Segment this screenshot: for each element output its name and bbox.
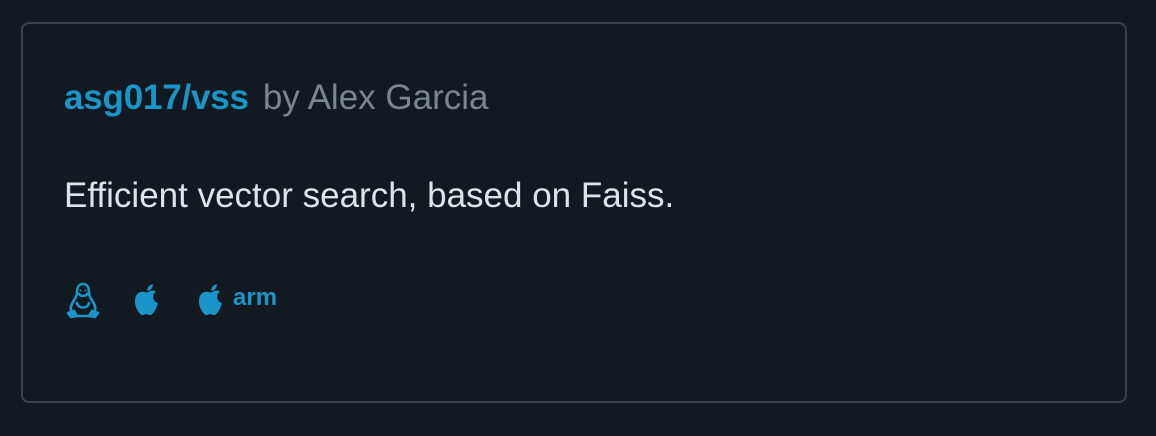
- package-author: by Alex Garcia: [262, 78, 489, 117]
- package-description: Efficient vector search, based on Faiss.: [64, 176, 675, 215]
- linux-icon: [64, 281, 102, 319]
- package-name-link[interactable]: asg017/vss: [64, 78, 249, 117]
- package-title-row: asg017/vss by Alex Garcia: [64, 78, 488, 118]
- platform-macos-arm: arm: [192, 281, 277, 319]
- platform-macos: [128, 281, 166, 319]
- package-card: asg017/vss by Alex Garcia Efficient vecto…: [21, 22, 1127, 403]
- platform-list: arm: [64, 279, 303, 321]
- apple-icon: [128, 281, 166, 319]
- arm-label: arm: [233, 284, 278, 311]
- apple-icon: [192, 281, 230, 319]
- platform-linux: [64, 281, 102, 319]
